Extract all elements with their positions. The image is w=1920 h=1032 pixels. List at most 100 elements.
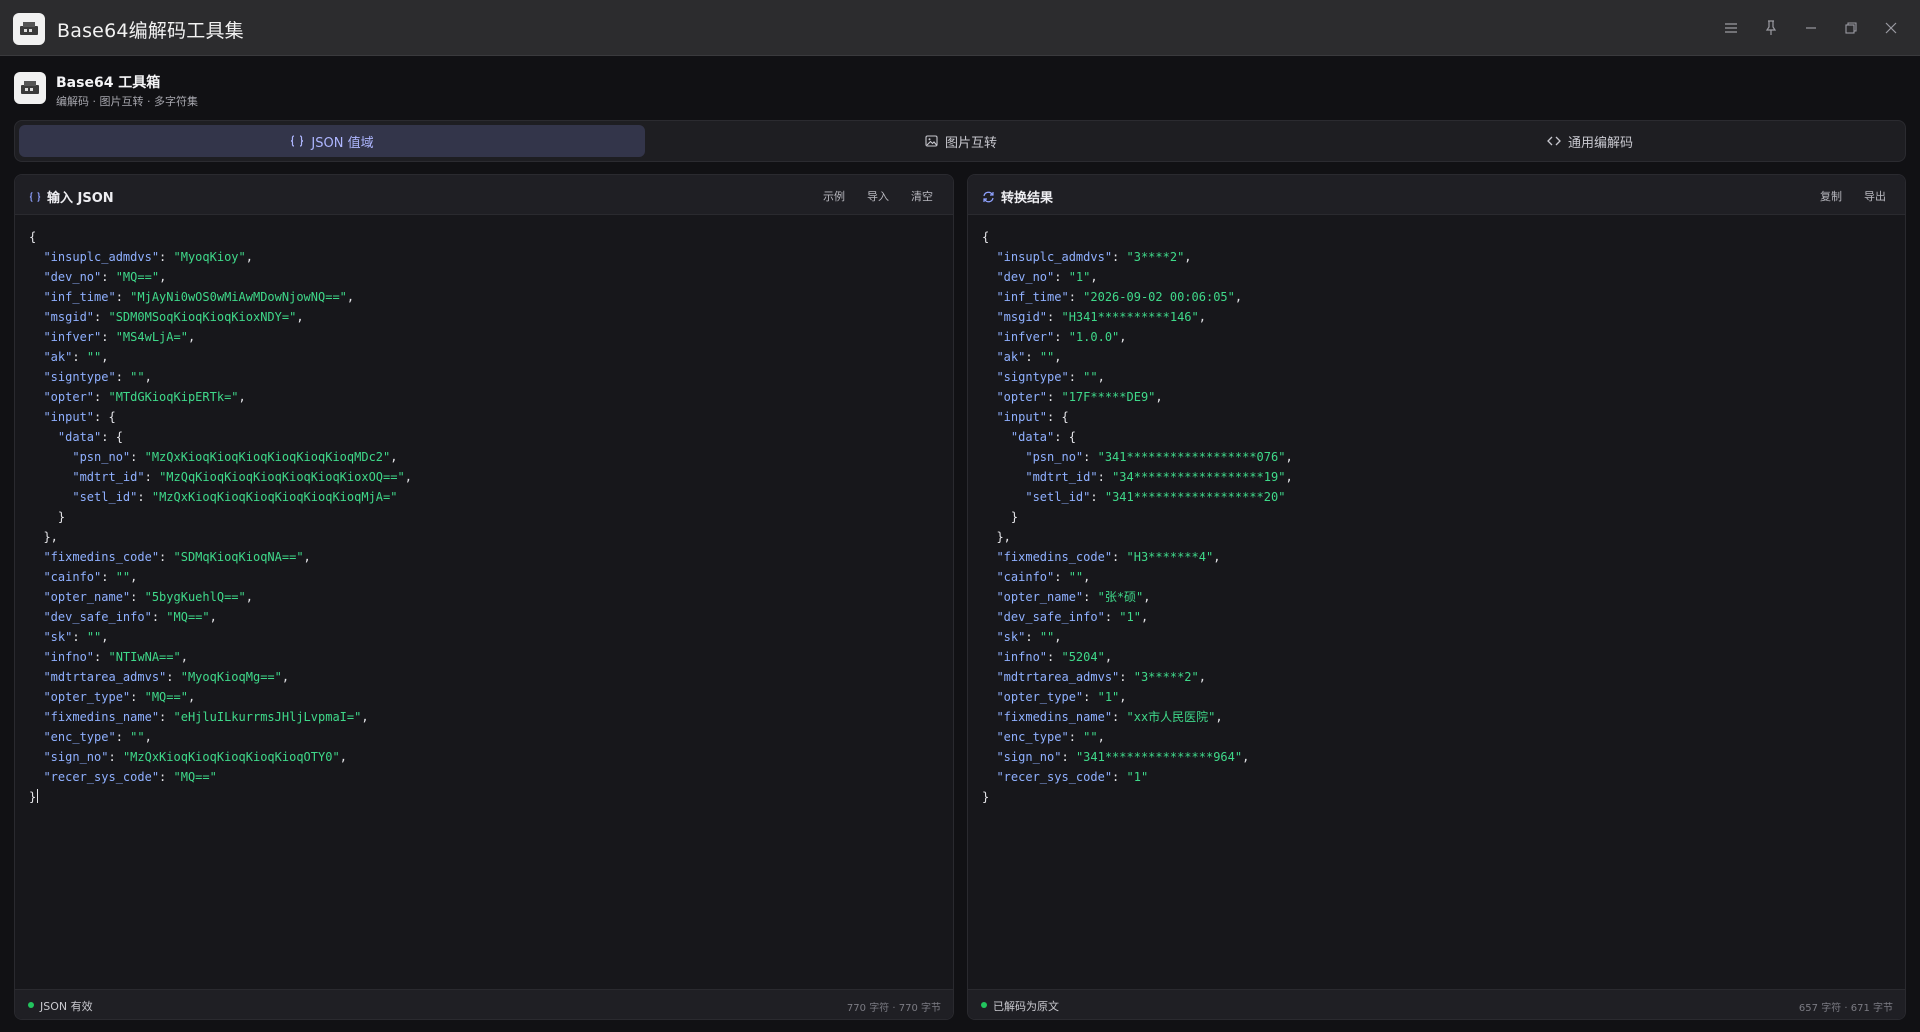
- status-ok-icon: [981, 1002, 987, 1008]
- code-line: "opter": "17F*****DE9",: [996, 390, 1163, 404]
- code-line: "cainfo": "",: [996, 570, 1091, 584]
- json-key: "fixmedins_name": [43, 710, 160, 724]
- json-value: "H3*******4": [1126, 550, 1214, 564]
- json-key: "opter_type": [996, 690, 1084, 704]
- code-line: "mdtrtarea_admvs": "3*****2",: [996, 670, 1206, 684]
- output-panel-title: 转换结果: [1001, 191, 1054, 206]
- mode-tabs: JSON 值域 图片互转 通用编解码: [14, 120, 1906, 162]
- code-line: "ak": "",: [996, 350, 1062, 364]
- json-key: "mdtrt_id": [72, 470, 145, 484]
- code-line: "fixmedins_code": "SDMqKioqKioqNA==",: [43, 550, 311, 564]
- export-button[interactable]: 导出: [1864, 188, 1886, 204]
- json-key: "setl_id": [72, 490, 138, 504]
- json-key: "enc_type": [996, 730, 1069, 744]
- code-line: {: [982, 230, 990, 244]
- code-line: "inf_time": "MjAyNi0wOS0wMiAwMDowNjowNQ=…: [43, 290, 355, 304]
- json-value: "MQ==": [144, 690, 188, 704]
- close-icon[interactable]: [1879, 16, 1903, 40]
- input-char-count: 770 字符 · 770 字节: [846, 1003, 941, 1014]
- code-line: "msgid": "H341**********146",: [996, 310, 1206, 324]
- json-key: "input": [996, 410, 1048, 424]
- tab-json[interactable]: JSON 值域: [19, 125, 645, 157]
- json-value: "": [130, 370, 145, 384]
- json-value: "张*硕": [1097, 590, 1144, 604]
- code-line: "infver": "MS4wLjA=",: [43, 330, 196, 344]
- code-line: "mdtrt_id": "34******************19",: [1025, 470, 1293, 484]
- json-value: "MjAyNi0wOS0wMiAwMDowNjowNQ==": [130, 290, 347, 304]
- code-line: "infno": "5204",: [996, 650, 1113, 664]
- result-output-viewer[interactable]: { "insuplc_admdvs": "3****2", "dev_no": …: [982, 227, 1895, 979]
- json-key: "dev_no": [996, 270, 1055, 284]
- json-key: "signtype": [43, 370, 116, 384]
- json-value: "1": [1068, 270, 1091, 284]
- code-line: "opter_type": "MQ==",: [43, 690, 196, 704]
- code-line: "signtype": "",: [43, 370, 152, 384]
- json-key: "data": [57, 430, 102, 444]
- output-panel: 转换结果 复制 导出 { "insuplc_admdvs": "3****2",…: [967, 174, 1906, 1020]
- json-value: "MQ==": [173, 770, 217, 784]
- json-input-editor[interactable]: { "insuplc_admdvs": "MyoqKioy", "dev_no"…: [29, 227, 943, 979]
- clear-button[interactable]: 清空: [911, 188, 933, 204]
- tab-image[interactable]: 图片互转: [648, 125, 1274, 157]
- json-value: "5204": [1061, 650, 1105, 664]
- input-status: JSON 有效: [40, 1000, 93, 1013]
- code-line: "opter_type": "1",: [996, 690, 1127, 704]
- json-key: "opter_type": [43, 690, 131, 704]
- json-value: "NTIwNA==": [108, 650, 181, 664]
- code-icon: [1547, 135, 1561, 147]
- json-key: "cainfo": [43, 570, 102, 584]
- output-status: 已解码为原文: [993, 1000, 1059, 1013]
- input-panel: 输入 JSON 示例 导入 清空 { "insuplc_admdvs": "My…: [14, 174, 954, 1020]
- json-value: "SDM0MSoqKioqKioqKioxNDY=": [108, 310, 297, 324]
- braces-icon: [290, 135, 304, 147]
- code-line: "setl_id": "341******************20": [1025, 490, 1286, 504]
- output-status-bar: 已解码为原文 657 字符 · 671 字节: [968, 989, 1905, 1019]
- code-line: "fixmedins_code": "H3*******4",: [996, 550, 1221, 564]
- pin-icon[interactable]: [1759, 16, 1783, 40]
- json-key: "recer_sys_code": [996, 770, 1113, 784]
- code-line: "insuplc_admdvs": "3****2",: [996, 250, 1192, 264]
- json-key: "dev_safe_info": [996, 610, 1105, 624]
- json-value: "MzQxKioqKioqKioqKioqKioqKioqMDc2": [144, 450, 391, 464]
- minimize-icon[interactable]: [1799, 16, 1823, 40]
- json-key: "input": [43, 410, 95, 424]
- example-button[interactable]: 示例: [823, 188, 845, 204]
- title-bar: Base64编解码工具集: [0, 0, 1920, 56]
- code-line: "recer_sys_code": "1": [996, 770, 1149, 784]
- json-key: "dev_safe_info": [43, 610, 152, 624]
- code-line: "sign_no": "MzQxKioqKioqKioqKioqKioqOTY0…: [43, 750, 347, 764]
- menu-icon[interactable]: [1719, 16, 1743, 40]
- code-line: "infno": "NTIwNA==",: [43, 650, 188, 664]
- json-value: "1": [1097, 690, 1120, 704]
- import-button[interactable]: 导入: [867, 188, 889, 204]
- tab-general[interactable]: 通用编解码: [1277, 125, 1903, 157]
- app-logo-icon: [13, 13, 45, 45]
- code-line: "dev_safe_info": "1",: [996, 610, 1149, 624]
- status-ok-icon: [28, 1002, 34, 1008]
- tab-json-label: JSON 值域: [311, 135, 374, 151]
- code-line: "ak": "",: [43, 350, 109, 364]
- json-value: "MTdGKioqKipERTk=": [108, 390, 239, 404]
- json-key: "sign_no": [43, 750, 109, 764]
- json-value: "MQ==": [166, 610, 210, 624]
- code-line: "dev_no": "1",: [996, 270, 1098, 284]
- json-value: "": [130, 730, 145, 744]
- tab-general-label: 通用编解码: [1567, 135, 1633, 151]
- code-line: },: [43, 530, 58, 544]
- output-char-count: 657 字符 · 671 字节: [1798, 1003, 1893, 1014]
- braces-icon: [29, 191, 41, 203]
- json-value: "": [1039, 630, 1055, 644]
- json-key: "sk": [996, 630, 1026, 644]
- code-line: "msgid": "SDM0MSoqKioqKioqKioxNDY=",: [43, 310, 304, 324]
- code-line: "data": {: [57, 430, 123, 444]
- copy-button[interactable]: 复制: [1820, 188, 1842, 204]
- input-status-bar: JSON 有效 770 字符 · 770 字节: [15, 989, 953, 1019]
- restore-icon[interactable]: [1839, 16, 1863, 40]
- code-line: "insuplc_admdvs": "MyoqKioy",: [43, 250, 253, 264]
- json-key: "psn_no": [72, 450, 131, 464]
- json-value: "": [86, 630, 102, 644]
- code-line: "psn_no": "MzQxKioqKioqKioqKioqKioqKioqM…: [72, 450, 398, 464]
- json-key: "mdtrtarea_admvs": [996, 670, 1120, 684]
- json-value: "5bygKuehlQ==": [144, 590, 246, 604]
- json-value: "2026-09-02 00:06:05": [1083, 290, 1235, 304]
